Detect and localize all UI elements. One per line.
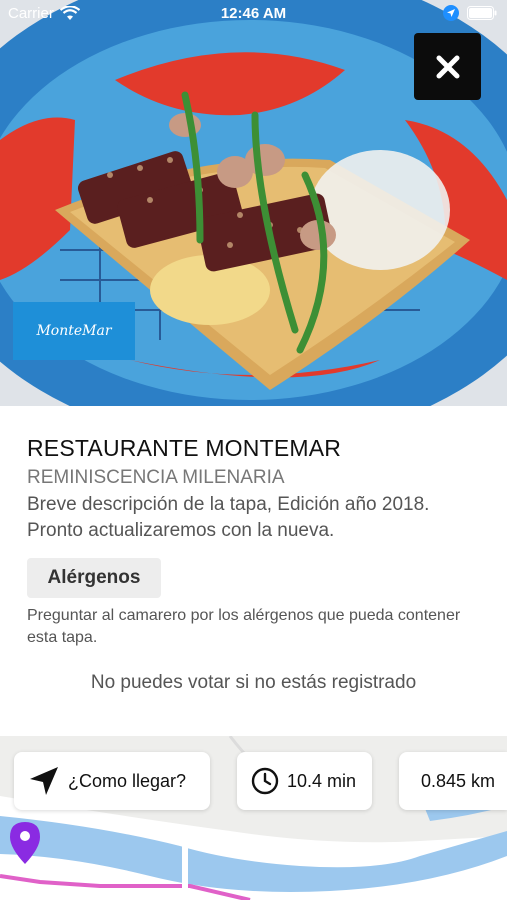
- carrier-label: Carrier: [8, 4, 54, 22]
- close-button[interactable]: [414, 33, 481, 100]
- status-bar: Carrier 12:46 AM: [0, 0, 507, 26]
- travel-time-label: 10.4 min: [287, 770, 357, 791]
- battery-icon: [467, 6, 497, 20]
- distance-label: 0.845 km: [421, 770, 496, 791]
- navigation-arrow-icon: [30, 767, 58, 795]
- allergens-note: Preguntar al camarero por los alérgenos …: [27, 607, 461, 646]
- map-pin-icon[interactable]: [10, 822, 40, 864]
- restaurant-logo: MonteMar: [13, 302, 135, 360]
- tapa-name: REMINISCENCIA MILENARIA: [27, 467, 285, 488]
- distance-chip: 0.845 km: [399, 752, 507, 810]
- allergens-button-label: Alérgenos: [47, 567, 141, 588]
- close-icon: [436, 55, 459, 78]
- logo-text: MonteMar: [36, 323, 112, 339]
- wifi-icon: [59, 5, 80, 20]
- directions-button[interactable]: ¿Como llegar?: [14, 752, 210, 810]
- travel-time-chip: 10.4 min: [237, 752, 372, 810]
- clock-time: 12:46 AM: [220, 4, 287, 22]
- vote-message: No puedes votar si no estás registrado: [90, 672, 417, 693]
- clock-icon: [251, 767, 279, 795]
- directions-label: ¿Como llegar?: [68, 770, 187, 791]
- allergens-button[interactable]: Alérgenos: [27, 558, 161, 598]
- restaurant-name: RESTAURANTE MONTEMAR: [27, 435, 342, 461]
- location-arrow-icon: [443, 5, 459, 21]
- tapa-description: Breve descripción de la tapa, Edición añ…: [27, 494, 430, 541]
